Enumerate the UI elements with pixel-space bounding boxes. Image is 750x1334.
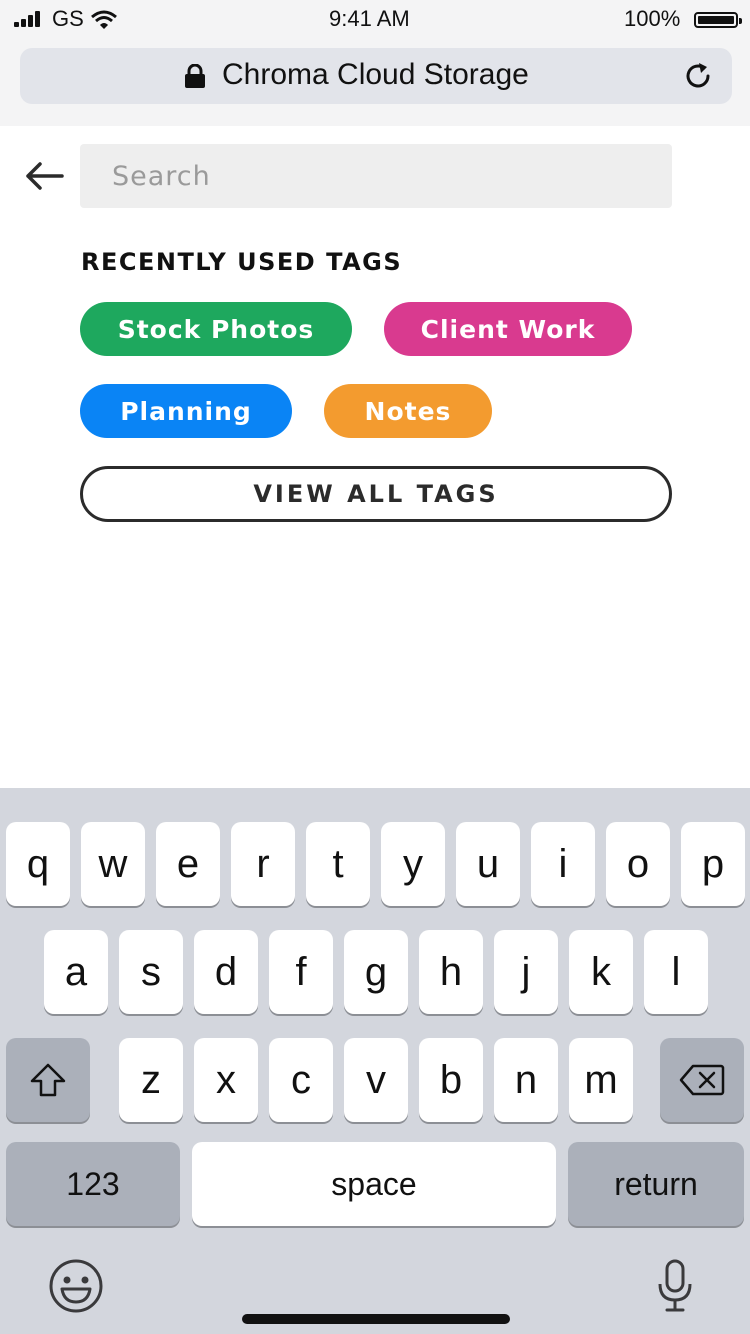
page-title: Chroma Cloud Storage	[222, 58, 529, 91]
microphone-icon[interactable]	[656, 1258, 694, 1314]
key-w[interactable]: w	[81, 822, 145, 906]
carrier-name: GS	[52, 6, 84, 31]
key-a[interactable]: a	[44, 930, 108, 1014]
key-q[interactable]: q	[6, 822, 70, 906]
battery-icon	[694, 12, 742, 28]
numbers-key[interactable]: 123	[6, 1142, 180, 1226]
key-j[interactable]: j	[494, 930, 558, 1014]
tag-stock-photos[interactable]: Stock Photos	[80, 302, 352, 356]
tag-notes[interactable]: Notes	[324, 384, 492, 438]
shift-icon	[30, 1063, 66, 1097]
cellular-signal-icon	[14, 11, 44, 27]
key-h[interactable]: h	[419, 930, 483, 1014]
home-indicator	[242, 1314, 510, 1324]
key-g[interactable]: g	[344, 930, 408, 1014]
key-r[interactable]: r	[231, 822, 295, 906]
key-k[interactable]: k	[569, 930, 633, 1014]
back-arrow-icon[interactable]	[22, 158, 66, 194]
emoji-icon[interactable]	[48, 1258, 104, 1314]
key-z[interactable]: z	[119, 1038, 183, 1122]
key-c[interactable]: c	[269, 1038, 333, 1122]
key-f[interactable]: f	[269, 930, 333, 1014]
key-u[interactable]: u	[456, 822, 520, 906]
space-key[interactable]: space	[192, 1142, 556, 1226]
delete-key[interactable]	[660, 1038, 744, 1122]
return-key[interactable]: return	[568, 1142, 744, 1226]
key-l[interactable]: l	[644, 930, 708, 1014]
view-all-tags-button[interactable]: VIEW ALL TAGS	[80, 466, 672, 522]
backspace-icon	[679, 1064, 725, 1096]
tag-planning[interactable]: Planning	[80, 384, 292, 438]
key-b[interactable]: b	[419, 1038, 483, 1122]
key-d[interactable]: d	[194, 930, 258, 1014]
key-v[interactable]: v	[344, 1038, 408, 1122]
key-i[interactable]: i	[531, 822, 595, 906]
key-o[interactable]: o	[606, 822, 670, 906]
reload-icon[interactable]	[682, 60, 714, 92]
tag-client-work[interactable]: Client Work	[384, 302, 632, 356]
key-e[interactable]: e	[156, 822, 220, 906]
shift-key[interactable]	[6, 1038, 90, 1122]
clock: 9:41 AM	[329, 6, 410, 31]
key-x[interactable]: x	[194, 1038, 258, 1122]
key-m[interactable]: m	[569, 1038, 633, 1122]
key-n[interactable]: n	[494, 1038, 558, 1122]
lock-icon	[185, 64, 205, 88]
battery-percent: 100%	[624, 6, 681, 31]
section-title: RECENTLY USED TAGS	[81, 248, 403, 276]
key-p[interactable]: p	[681, 822, 745, 906]
keyboard: q w e r t y u i o p a s d f g h j k l z …	[0, 788, 750, 1334]
key-s[interactable]: s	[119, 930, 183, 1014]
key-t[interactable]: t	[306, 822, 370, 906]
search-input[interactable]	[80, 144, 672, 208]
key-y[interactable]: y	[381, 822, 445, 906]
wifi-icon	[91, 10, 117, 29]
